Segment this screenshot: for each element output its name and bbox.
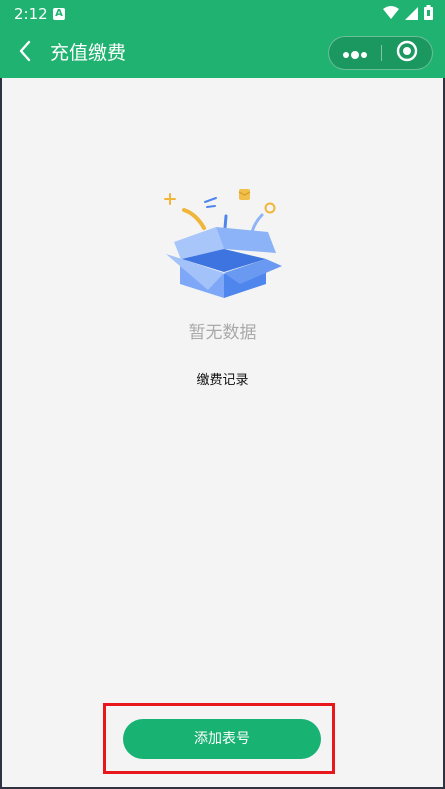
battery-icon <box>424 4 433 24</box>
page-title: 充值缴费 <box>50 42 127 64</box>
back-button[interactable] <box>10 38 40 68</box>
signal-icon <box>405 5 418 24</box>
mini-program-capsule <box>328 36 433 70</box>
empty-state-text: 暂无数据 <box>188 323 257 343</box>
payment-records-label: 缴费记录 <box>196 373 249 388</box>
chevron-left-icon <box>18 40 32 66</box>
screen-frame <box>0 0 445 789</box>
more-dots-icon <box>342 44 368 63</box>
target-circle-icon <box>396 40 418 66</box>
wifi-icon <box>383 5 399 24</box>
navigation-bar: 充值缴费 <box>0 28 445 78</box>
status-icons <box>383 4 433 24</box>
open-box-icon <box>158 180 288 305</box>
add-meter-button[interactable]: 添加表号 <box>123 719 321 759</box>
status-bar: 2:12 A <box>0 0 445 28</box>
close-button[interactable] <box>382 37 432 69</box>
more-button[interactable] <box>329 37 381 69</box>
notification-badge: A <box>53 8 65 20</box>
status-time: 2:12 <box>14 5 48 23</box>
